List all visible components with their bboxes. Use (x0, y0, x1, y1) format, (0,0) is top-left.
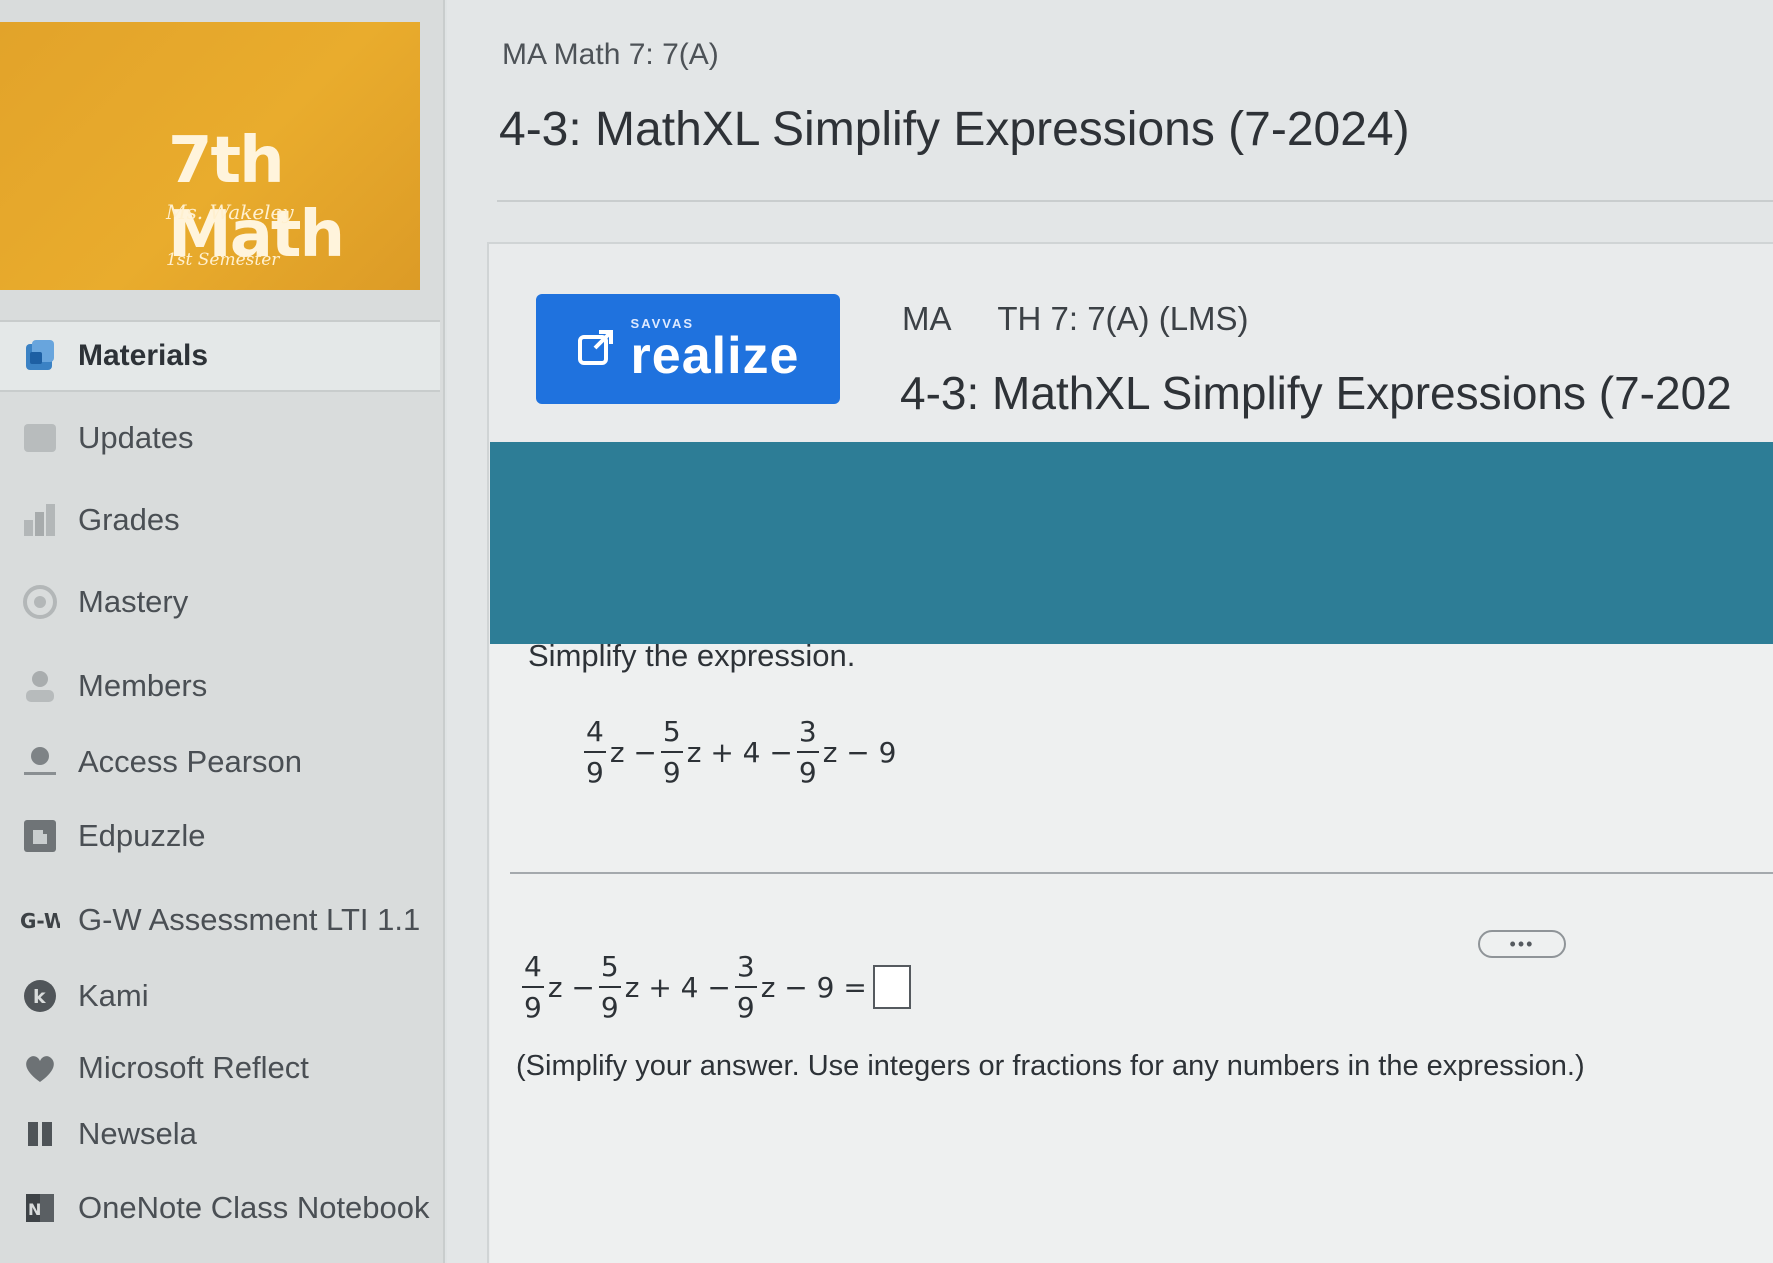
newsela-icon (20, 1114, 60, 1154)
operator-text: z − (547, 970, 595, 1004)
course-banner[interactable]: 7th Math Ms. Wakeley 1st Semester (0, 22, 420, 290)
answer-input[interactable] (872, 965, 911, 1009)
realize-assignment-title: 4-3: MathXL Simplify Expressions (7-202 (900, 367, 1732, 419)
sidebar-item-kami[interactable]: k Kami (0, 960, 440, 1032)
breadcrumb[interactable]: MA Math 7: 7(A) (502, 38, 719, 72)
section-divider (510, 872, 1773, 874)
question-prompt: Simplify the expression. (528, 638, 856, 673)
sidebar-item-newsela[interactable]: Newsela (0, 1098, 440, 1170)
kami-icon: k (20, 976, 60, 1016)
fraction: 49 (584, 715, 606, 789)
sidebar-item-label: Newsela (78, 1116, 197, 1151)
sidebar-item-label: Members (78, 668, 208, 703)
edpuzzle-icon (20, 816, 60, 856)
sidebar-item-label: Grades (78, 502, 180, 537)
reflect-icon (20, 1048, 60, 1088)
sidebar-item-label: Microsoft Reflect (78, 1050, 309, 1085)
sidebar-item-access-pearson[interactable]: Access Pearson (0, 726, 440, 798)
operator-text: z − 9 = (760, 970, 867, 1004)
operator-text: z − (609, 735, 657, 769)
sidebar-item-gw-assessment[interactable]: G-W G-W Assessment LTI 1.1 (0, 884, 440, 956)
assignment-header-band (490, 442, 1773, 644)
course-teacher: Ms. Wakeley (166, 200, 294, 224)
numerator: 3 (736, 950, 755, 983)
sidebar-item-grades[interactable]: Grades (0, 484, 440, 556)
more-options-button[interactable]: ••• (1478, 930, 1566, 958)
mastery-icon (20, 582, 60, 622)
grades-icon (20, 500, 60, 540)
realize-logo-text: realize (630, 326, 800, 385)
materials-icon (20, 336, 60, 376)
fraction: 49 (522, 950, 544, 1024)
course-semester: 1st Semester (166, 250, 280, 270)
denominator: 9 (660, 751, 683, 789)
operator-text: z + 4 − (686, 735, 793, 769)
answer-expression: 49 z − 59 z + 4 − 39 z − 9 = (518, 950, 911, 1024)
fraction: 39 (796, 715, 819, 789)
operator-text: z + 4 − (624, 970, 731, 1004)
denominator: 9 (584, 751, 606, 789)
pearson-icon (20, 742, 60, 782)
sidebar-item-label: Edpuzzle (78, 818, 206, 853)
sidebar-item-materials[interactable]: Materials (0, 320, 440, 392)
numerator: 4 (586, 715, 604, 748)
external-link-icon (577, 328, 615, 371)
numerator: 3 (798, 715, 817, 748)
left-sidebar: 7th Math Ms. Wakeley 1st Semester Materi… (0, 0, 445, 1263)
numerator: 4 (524, 950, 542, 983)
sidebar-item-label: Mastery (78, 584, 189, 619)
sidebar-item-label: Kami (78, 978, 149, 1013)
sidebar-item-label: Updates (78, 420, 194, 455)
numerator: 5 (600, 950, 619, 983)
page-title: 4-3: MathXL Simplify Expressions (7-2024… (499, 103, 1410, 156)
fraction: 59 (598, 950, 621, 1024)
sidebar-item-label: G-W Assessment LTI 1.1 (78, 902, 421, 937)
realize-launch-button[interactable]: SAVVAS realize (536, 294, 840, 404)
denominator: 9 (734, 986, 757, 1024)
expression: 49 z − 59 z + 4 − 39 z − 9 (580, 715, 896, 789)
svg-text:G-W: G-W (20, 909, 60, 932)
svg-text:k: k (33, 986, 46, 1008)
members-icon (20, 666, 60, 706)
sidebar-item-updates[interactable]: Updates (0, 402, 440, 474)
sidebar-item-members[interactable]: Members (0, 650, 440, 722)
svg-text:N: N (28, 1200, 41, 1219)
gw-icon: G-W (20, 900, 60, 940)
sidebar-item-onenote[interactable]: N OneNote Class Notebook (0, 1172, 440, 1244)
updates-icon (20, 418, 60, 458)
denominator: 9 (598, 986, 621, 1024)
sidebar-item-microsoft-reflect[interactable]: Microsoft Reflect (0, 1032, 440, 1104)
sidebar-item-label: Access Pearson (78, 744, 302, 779)
operator-text: z − 9 (822, 735, 897, 769)
sidebar-item-mastery[interactable]: Mastery (0, 566, 440, 638)
lms-course-label: MA TH 7: 7(A) (LMS) (902, 300, 1249, 337)
denominator: 9 (522, 986, 544, 1024)
denominator: 9 (796, 751, 819, 789)
fraction: 59 (660, 715, 683, 789)
title-divider (497, 200, 1773, 202)
numerator: 5 (662, 715, 681, 748)
fraction: 39 (734, 950, 757, 1024)
sidebar-item-edpuzzle[interactable]: Edpuzzle (0, 800, 440, 872)
sidebar-item-label: OneNote Class Notebook (78, 1190, 430, 1225)
onenote-icon: N (20, 1188, 60, 1228)
answer-instruction: (Simplify your answer. Use integers or f… (516, 1050, 1585, 1082)
sidebar-item-label: Materials (78, 339, 209, 372)
